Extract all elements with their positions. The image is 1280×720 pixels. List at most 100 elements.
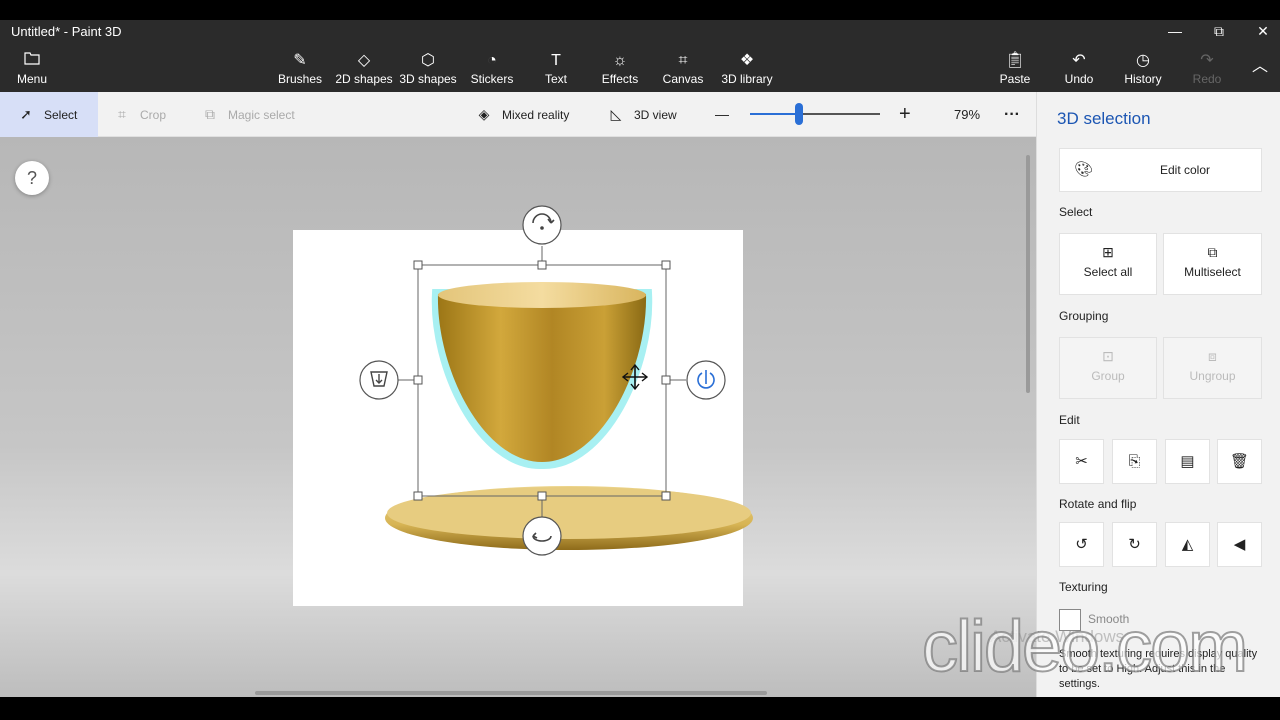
vertical-scrollbar[interactable] [1026,155,1030,393]
stickers-icon: ◔ [487,52,497,69]
3d-library-icon: ❖ [739,52,755,69]
crop-label: Crop [140,108,167,122]
paste-button[interactable]: 📋︎ Paste [996,50,1034,90]
collapse-ribbon-button[interactable]: ︿ [1246,56,1274,96]
delete-icon: 🗑︎ [1229,453,1250,470]
group-label: Group [1091,369,1125,383]
resize-handle-left [413,375,423,385]
zoom-in-button[interactable]: + [899,92,911,137]
rotate-left-button[interactable]: ↺ [1059,522,1104,567]
cut-button[interactable]: ✂ [1059,439,1104,484]
canvas-icon: ⌗ [678,52,688,69]
flip-vertical-button[interactable]: ◀ [1217,522,1262,567]
undo-icon: ↶ [1072,52,1086,69]
multiselect-icon: ⧉ [1207,244,1218,260]
edit-color-button[interactable]: 🎨︎ Edit color [1059,148,1262,192]
history-button[interactable]: ◷ History [1122,50,1164,90]
multiselect-label: Multiselect [1184,265,1241,279]
crop-button[interactable]: ⌗ Crop [112,92,166,137]
select-all-icon: ⊞ [1102,244,1114,260]
rotate-right-button[interactable]: ↻ [1112,522,1157,567]
zoom-slider-fill [750,113,800,115]
push-depth-handle-icon[interactable] [359,360,399,400]
multiselect-button[interactable]: ⧉ Multiselect [1163,233,1262,295]
select-all-button[interactable]: ⊞ Select all [1059,233,1157,295]
maximize-button[interactable]: ⧉ [1196,20,1242,44]
select-heading: Select [1059,205,1093,219]
ungroup-button[interactable]: ⧈ Ungroup [1163,337,1262,399]
edit-color-label: Edit color [1160,163,1211,177]
resize-handle-bottom-right [661,491,671,501]
rotate-z-handle-icon[interactable] [522,516,562,556]
select-tool-button[interactable]: ➚ Select [0,92,98,137]
paste-object-button[interactable]: ▤ [1165,439,1210,484]
workspace[interactable]: ? [0,137,1036,697]
3d-view-button[interactable]: ◺ 3D view [606,92,677,137]
texturing-heading: Texturing [1059,580,1108,594]
zoom-slider-thumb[interactable] [795,103,804,125]
history-icon: ◷ [1136,52,1150,69]
redo-button[interactable]: ↷ Redo [1190,50,1224,90]
cursor-icon: ➚ [20,106,32,122]
mixed-reality-button[interactable]: ◈ Mixed reality [474,92,570,137]
crop-icon: ⌗ [118,106,126,122]
undo-label: Undo [1064,72,1094,86]
window-title: Untitled* - Paint 3D [11,24,122,39]
zoom-slider[interactable] [750,103,880,125]
flip-horizontal-button[interactable]: ◭ [1165,522,1210,567]
canvas-button[interactable]: ⌗ Canvas [661,50,705,90]
3d-shapes-button[interactable]: ⬡ 3D shapes [398,50,458,90]
panel-title: 3D selection [1057,109,1151,128]
resize-handle-top-right [661,260,671,270]
effects-label: Effects [601,72,639,86]
text-icon: T [551,52,561,69]
ribbon: Menu ✎ Brushes ◇ 2D shapes ⬡ 3D shapes ◔… [0,44,1280,92]
ungroup-label: Ungroup [1189,369,1236,383]
brushes-button[interactable]: ✎ Brushes [276,50,324,90]
zoom-level: 79% [954,107,981,122]
horizontal-scrollbar[interactable] [255,691,767,695]
3d-view-label: 3D view [634,108,677,122]
cup-bowl[interactable] [431,282,653,470]
mixed-reality-label: Mixed reality [502,108,570,122]
close-button[interactable]: ✕ [1240,20,1280,44]
brush-icon: ✎ [293,52,307,69]
copy-button[interactable]: ⎘ [1112,439,1157,484]
clideo-watermark: clideo.com [921,606,1249,688]
minimize-button[interactable]: — [1152,20,1198,44]
3d-library-button[interactable]: ❖ 3D library [720,50,774,90]
mixed-reality-icon: ◈ [478,106,490,122]
menu-button[interactable]: Menu [10,50,54,90]
select-all-label: Select all [1083,265,1133,279]
magic-select-icon: ⧉ [205,106,215,122]
3d-shapes-label: 3D shapes [399,72,457,86]
rotate-left-icon: ↺ [1075,536,1088,553]
delete-button[interactable]: 🗑︎ [1217,439,1262,484]
scene-overlay [359,205,753,556]
rotate-x-handle-icon[interactable] [522,205,562,245]
menu-label: Menu [16,72,48,86]
resize-handle-right [661,375,671,385]
zoom-out-button[interactable]: — [715,92,729,137]
resize-handle-top [537,260,547,270]
3d-library-label: 3D library [721,72,773,86]
2d-shapes-button[interactable]: ◇ 2D shapes [334,50,394,90]
rotate-right-icon: ↻ [1128,536,1141,553]
group-button[interactable]: ⊡ Group [1059,337,1157,399]
more-options-button[interactable]: ··· [1004,92,1020,137]
rotate-flip-heading: Rotate and flip [1059,497,1137,511]
selection-toolbar: ➚ Select ⌗ Crop ⧉ Magic select ◈ Mixed reali… [0,92,1036,137]
magic-select-button[interactable]: ⧉ Magic select [200,92,295,137]
ungroup-icon: ⧈ [1208,348,1217,364]
effects-button[interactable]: ☼ Effects [598,50,642,90]
stickers-button[interactable]: ◔ Stickers [466,50,518,90]
paint3d-window: Untitled* - Paint 3D — ⧉ ✕ Menu ✎ Brushe… [0,0,1280,720]
flip-horizontal-icon: ◭ [1181,536,1194,553]
undo-button[interactable]: ↶ Undo [1060,50,1098,90]
folder-icon [10,50,54,72]
redo-icon: ↷ [1200,52,1214,69]
text-button[interactable]: T Text [538,50,574,90]
resize-handle-top-left [413,260,423,270]
rotate-y-handle-icon[interactable] [686,360,726,400]
paste-icon: ▤ [1180,453,1195,470]
